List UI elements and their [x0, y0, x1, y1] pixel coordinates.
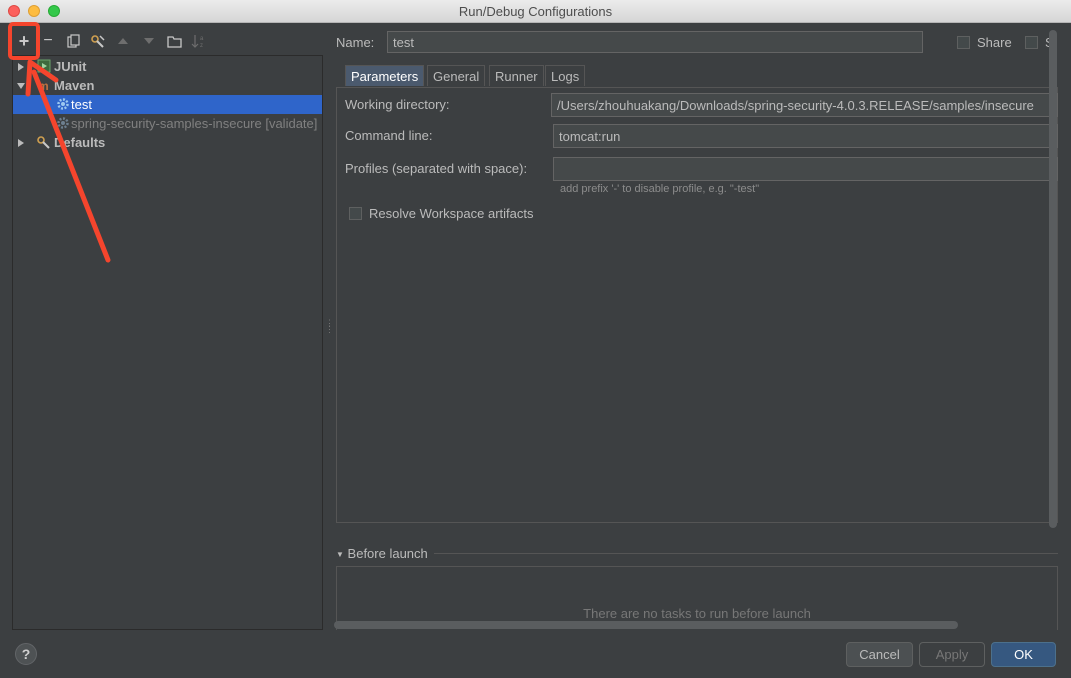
before-launch-title: Before launch [347, 546, 428, 561]
parameters-panel [336, 87, 1058, 523]
horizontal-scrollbar[interactable] [334, 621, 958, 629]
gear-icon [56, 116, 70, 130]
tab-runner[interactable]: Runner [489, 65, 544, 86]
before-launch-empty-text: There are no tasks to run before launch [583, 606, 811, 621]
remove-icon[interactable]: − [37, 30, 59, 52]
tree-label: Defaults [54, 135, 106, 150]
divider [434, 553, 1058, 554]
remove-glyph: − [43, 32, 53, 49]
window-title: Run/Debug Configurations [458, 4, 613, 19]
tab-general[interactable]: General [427, 65, 486, 86]
collapse-arrow-icon: ▼ [336, 550, 344, 559]
edit-defaults-icon[interactable] [87, 30, 109, 52]
vertical-scrollbar[interactable] [1049, 30, 1057, 528]
gear-icon [56, 97, 70, 111]
tree-node-junit[interactable]: JUnit [13, 57, 322, 76]
expand-arrow-icon[interactable] [18, 139, 24, 147]
tree-node-spring-security-samples-insecure[interactable]: spring-security-samples-insecure [valida… [13, 114, 322, 133]
move-down-icon[interactable] [138, 30, 160, 52]
profiles-hint: add prefix '-' to disable profile, e.g. … [560, 183, 760, 195]
move-up-icon[interactable] [112, 30, 134, 52]
junit-icon [37, 59, 51, 73]
name-label: Name: [336, 35, 375, 50]
apply-button[interactable]: Apply [919, 642, 985, 667]
tree-label: JUnit [54, 59, 87, 74]
folder-icon[interactable] [163, 30, 185, 52]
ok-button[interactable]: OK [991, 642, 1056, 667]
tree-node-test[interactable]: test [13, 95, 322, 114]
copy-icon[interactable] [63, 30, 85, 52]
before-launch-header[interactable]: ▼ Before launch [336, 546, 428, 561]
collapse-arrow-icon[interactable] [17, 83, 25, 89]
title-bar: Run/Debug Configurations [0, 0, 1071, 23]
splitter-handle[interactable]: ⋮ ⋮ [325, 319, 334, 338]
name-input[interactable] [387, 31, 923, 53]
resolve-workspace-label: Resolve Workspace artifacts [369, 206, 534, 221]
add-icon[interactable]: + [13, 30, 35, 52]
configurations-tree[interactable]: JUnit m Maven test spring-security-sampl… [12, 55, 323, 630]
config-toolbar: + − az [12, 30, 322, 54]
tree-label: spring-security-samples-insecure [valida… [71, 116, 318, 131]
profiles-label: Profiles (separated with space): [345, 161, 528, 176]
cancel-button[interactable]: Cancel [846, 642, 913, 667]
tree-label: test [71, 97, 92, 112]
resolve-workspace-checkbox[interactable] [349, 207, 362, 220]
tree-node-defaults[interactable]: Defaults [13, 133, 322, 152]
tab-parameters[interactable]: Parameters [345, 65, 425, 86]
command-line-field[interactable]: tomcat:run [553, 124, 1058, 148]
working-directory-label: Working directory: [345, 97, 450, 112]
tab-logs[interactable]: Logs [545, 65, 586, 86]
share-label: Share [977, 35, 1012, 50]
single-instance-checkbox[interactable] [1025, 36, 1038, 49]
defaults-icon [36, 135, 50, 149]
expand-arrow-icon[interactable] [18, 63, 24, 71]
tree-label: Maven [54, 78, 95, 93]
profiles-field[interactable] [553, 157, 1058, 181]
add-glyph: + [18, 30, 30, 51]
svg-text:a: a [200, 36, 204, 42]
working-directory-field[interactable]: /Users/zhouhuakang/Downloads/spring-secu… [551, 93, 1058, 117]
svg-text:z: z [200, 43, 203, 49]
help-button[interactable]: ? [15, 643, 37, 665]
sort-icon[interactable]: az [188, 30, 210, 52]
maven-icon: m [37, 78, 51, 93]
svg-text:m: m [38, 79, 49, 92]
share-checkbox[interactable] [957, 36, 970, 49]
tree-node-maven[interactable]: m Maven [13, 76, 322, 95]
command-line-label: Command line: [345, 128, 433, 143]
